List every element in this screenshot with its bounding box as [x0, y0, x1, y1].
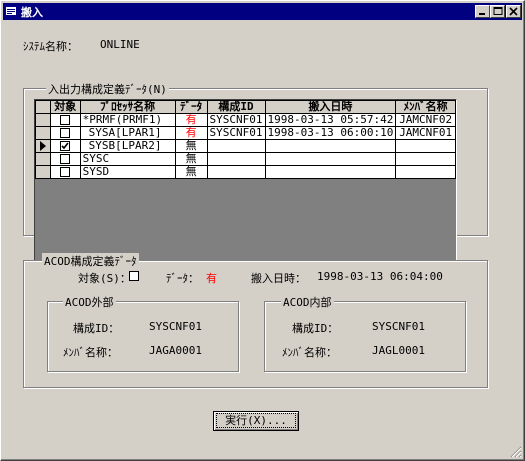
current-row-pointer-icon [39, 141, 46, 151]
window-title: 搬入 [21, 6, 43, 19]
acod-data-value: 有 [206, 272, 217, 285]
close-button[interactable] [506, 5, 521, 18]
acod-outer-member-label: ﾒﾝﾊﾞ名称： [63, 346, 118, 359]
acod-import-date-value: 1998-03-13 06:04:00 [317, 270, 443, 283]
acod-inner-config-id-value: SYSCNF01 [372, 320, 425, 333]
processor-name-cell: SYSC [79, 152, 176, 166]
row-selector[interactable] [35, 139, 51, 153]
column-header-target[interactable]: 対象 [49, 100, 81, 114]
table-row[interactable]: SYSA[LPAR1] 有 SYSCNF01 1998-03-13 06:00:… [35, 126, 456, 140]
row-selector[interactable] [35, 152, 51, 166]
target-cell[interactable] [49, 165, 81, 179]
acod-data-label: ﾃﾞｰﾀ： [166, 272, 199, 285]
member-name-cell [395, 139, 456, 153]
window-app-icon [6, 7, 16, 15]
acod-target-label: 対象(S)： [78, 272, 131, 285]
import-window: 搬入 ｼｽﾃﾑ名称： ONLINE 入出力構成定義ﾃﾞｰﾀ(N) 対象 ﾌﾟﾛｾ… [0, 0, 525, 461]
execute-button-label: 実行(X)... [216, 413, 296, 428]
data-status-cell: 無 [174, 152, 208, 166]
checkmark-icon [61, 142, 69, 150]
acod-inner-group [264, 301, 466, 372]
config-id-cell [206, 139, 266, 153]
data-status-cell: 無 [174, 165, 208, 179]
acod-import-date-label: 搬入日時： [251, 272, 306, 285]
row-selector[interactable] [35, 126, 51, 140]
config-id-cell [206, 165, 266, 179]
target-cell[interactable] [49, 152, 81, 166]
member-name-cell [395, 165, 456, 179]
config-id-cell: SYSCNF01 [206, 113, 266, 127]
maximize-button[interactable] [490, 5, 505, 18]
table-row[interactable]: SYSC 無 [35, 152, 456, 166]
acod-outer-group [47, 301, 239, 372]
processor-name-cell: SYSB[LPAR2] [79, 139, 176, 153]
row-target-checkbox[interactable] [60, 154, 71, 164]
target-cell[interactable] [49, 126, 81, 140]
member-name-cell: JAMCNF02 [395, 113, 456, 127]
data-status-cell: 無 [174, 139, 208, 153]
acod-target-checkbox[interactable] [129, 271, 139, 281]
acod-inner-group-title: ACOD内部 [281, 294, 334, 310]
execute-button[interactable]: 実行(X)... [213, 411, 299, 431]
system-name-label: ｼｽﾃﾑ名称： [23, 40, 78, 53]
import-datetime-cell [264, 152, 397, 166]
processor-name-cell: SYSA[LPAR1] [79, 126, 176, 140]
minimize-button[interactable] [475, 5, 490, 18]
acod-config-group-title: ACOD構成定義ﾃﾞｰﾀ [42, 253, 139, 269]
column-header-processor-name[interactable]: ﾌﾟﾛｾｯｻ名称 [79, 100, 176, 114]
member-name-cell: JAMCNF01 [395, 126, 456, 140]
table-row[interactable]: *PRMF(PRMF1) 有 SYSCNF01 1998-03-13 05:57… [35, 113, 456, 127]
config-id-cell [206, 152, 266, 166]
acod-inner-member-label: ﾒﾝﾊﾞ名称： [282, 346, 337, 359]
row-target-checkbox[interactable] [60, 167, 71, 177]
row-target-checkbox[interactable] [60, 115, 71, 125]
row-selector[interactable] [35, 113, 51, 127]
config-id-cell: SYSCNF01 [206, 126, 266, 140]
io-config-table: 対象 ﾌﾟﾛｾｯｻ名称 ﾃﾞｰﾀ 構成ID 搬入日時 ﾒﾝﾊﾞ名称 *PRMF(… [35, 100, 456, 179]
table-header-row: 対象 ﾌﾟﾛｾｯｻ名称 ﾃﾞｰﾀ 構成ID 搬入日時 ﾒﾝﾊﾞ名称 [35, 100, 456, 114]
title-bar[interactable]: 搬入 [3, 3, 522, 20]
acod-inner-member-value: JAGL0001 [372, 344, 425, 357]
data-status-cell: 有 [174, 126, 208, 140]
processor-name-cell: *PRMF(PRMF1) [79, 113, 176, 127]
import-datetime-cell [264, 139, 397, 153]
row-target-checkbox[interactable] [60, 141, 71, 151]
processor-name-cell: SYSD [79, 165, 176, 179]
column-header-import-datetime[interactable]: 搬入日時 [264, 100, 397, 114]
acod-outer-group-title: ACOD外部 [63, 294, 116, 310]
resize-grip-icon[interactable] [510, 446, 522, 458]
import-datetime-cell: 1998-03-13 05:57:42 [264, 113, 397, 127]
acod-outer-member-value: JAGA0001 [149, 344, 202, 357]
row-target-checkbox[interactable] [60, 128, 71, 138]
column-header-member-name[interactable]: ﾒﾝﾊﾞ名称 [395, 100, 456, 114]
target-cell[interactable] [49, 139, 81, 153]
member-name-cell [395, 152, 456, 166]
system-name-value: ONLINE [100, 38, 140, 51]
io-config-group-title: 入出力構成定義ﾃﾞｰﾀ(N) [46, 81, 169, 97]
row-header-corner [35, 100, 51, 114]
row-selector[interactable] [35, 165, 51, 179]
table-row[interactable]: SYSB[LPAR2] 無 [35, 139, 456, 153]
acod-outer-config-id-label: 構成ID： [73, 322, 120, 335]
import-datetime-cell: 1998-03-13 06:00:10 [264, 126, 397, 140]
data-status-cell: 有 [174, 113, 208, 127]
acod-outer-config-id-value: SYSCNF01 [149, 320, 202, 333]
minimize-icon [479, 13, 485, 15]
target-cell[interactable] [49, 113, 81, 127]
column-header-data[interactable]: ﾃﾞｰﾀ [174, 100, 208, 114]
import-datetime-cell [264, 165, 397, 179]
table-row[interactable]: SYSD 無 [35, 165, 456, 179]
close-icon [509, 7, 518, 16]
acod-inner-config-id-label: 構成ID： [292, 322, 339, 335]
maximize-icon [493, 7, 503, 15]
io-config-grid[interactable]: 対象 ﾌﾟﾛｾｯｻ名称 ﾃﾞｰﾀ 構成ID 搬入日時 ﾒﾝﾊﾞ名称 *PRMF(… [34, 99, 457, 261]
column-header-config-id[interactable]: 構成ID [206, 100, 266, 114]
